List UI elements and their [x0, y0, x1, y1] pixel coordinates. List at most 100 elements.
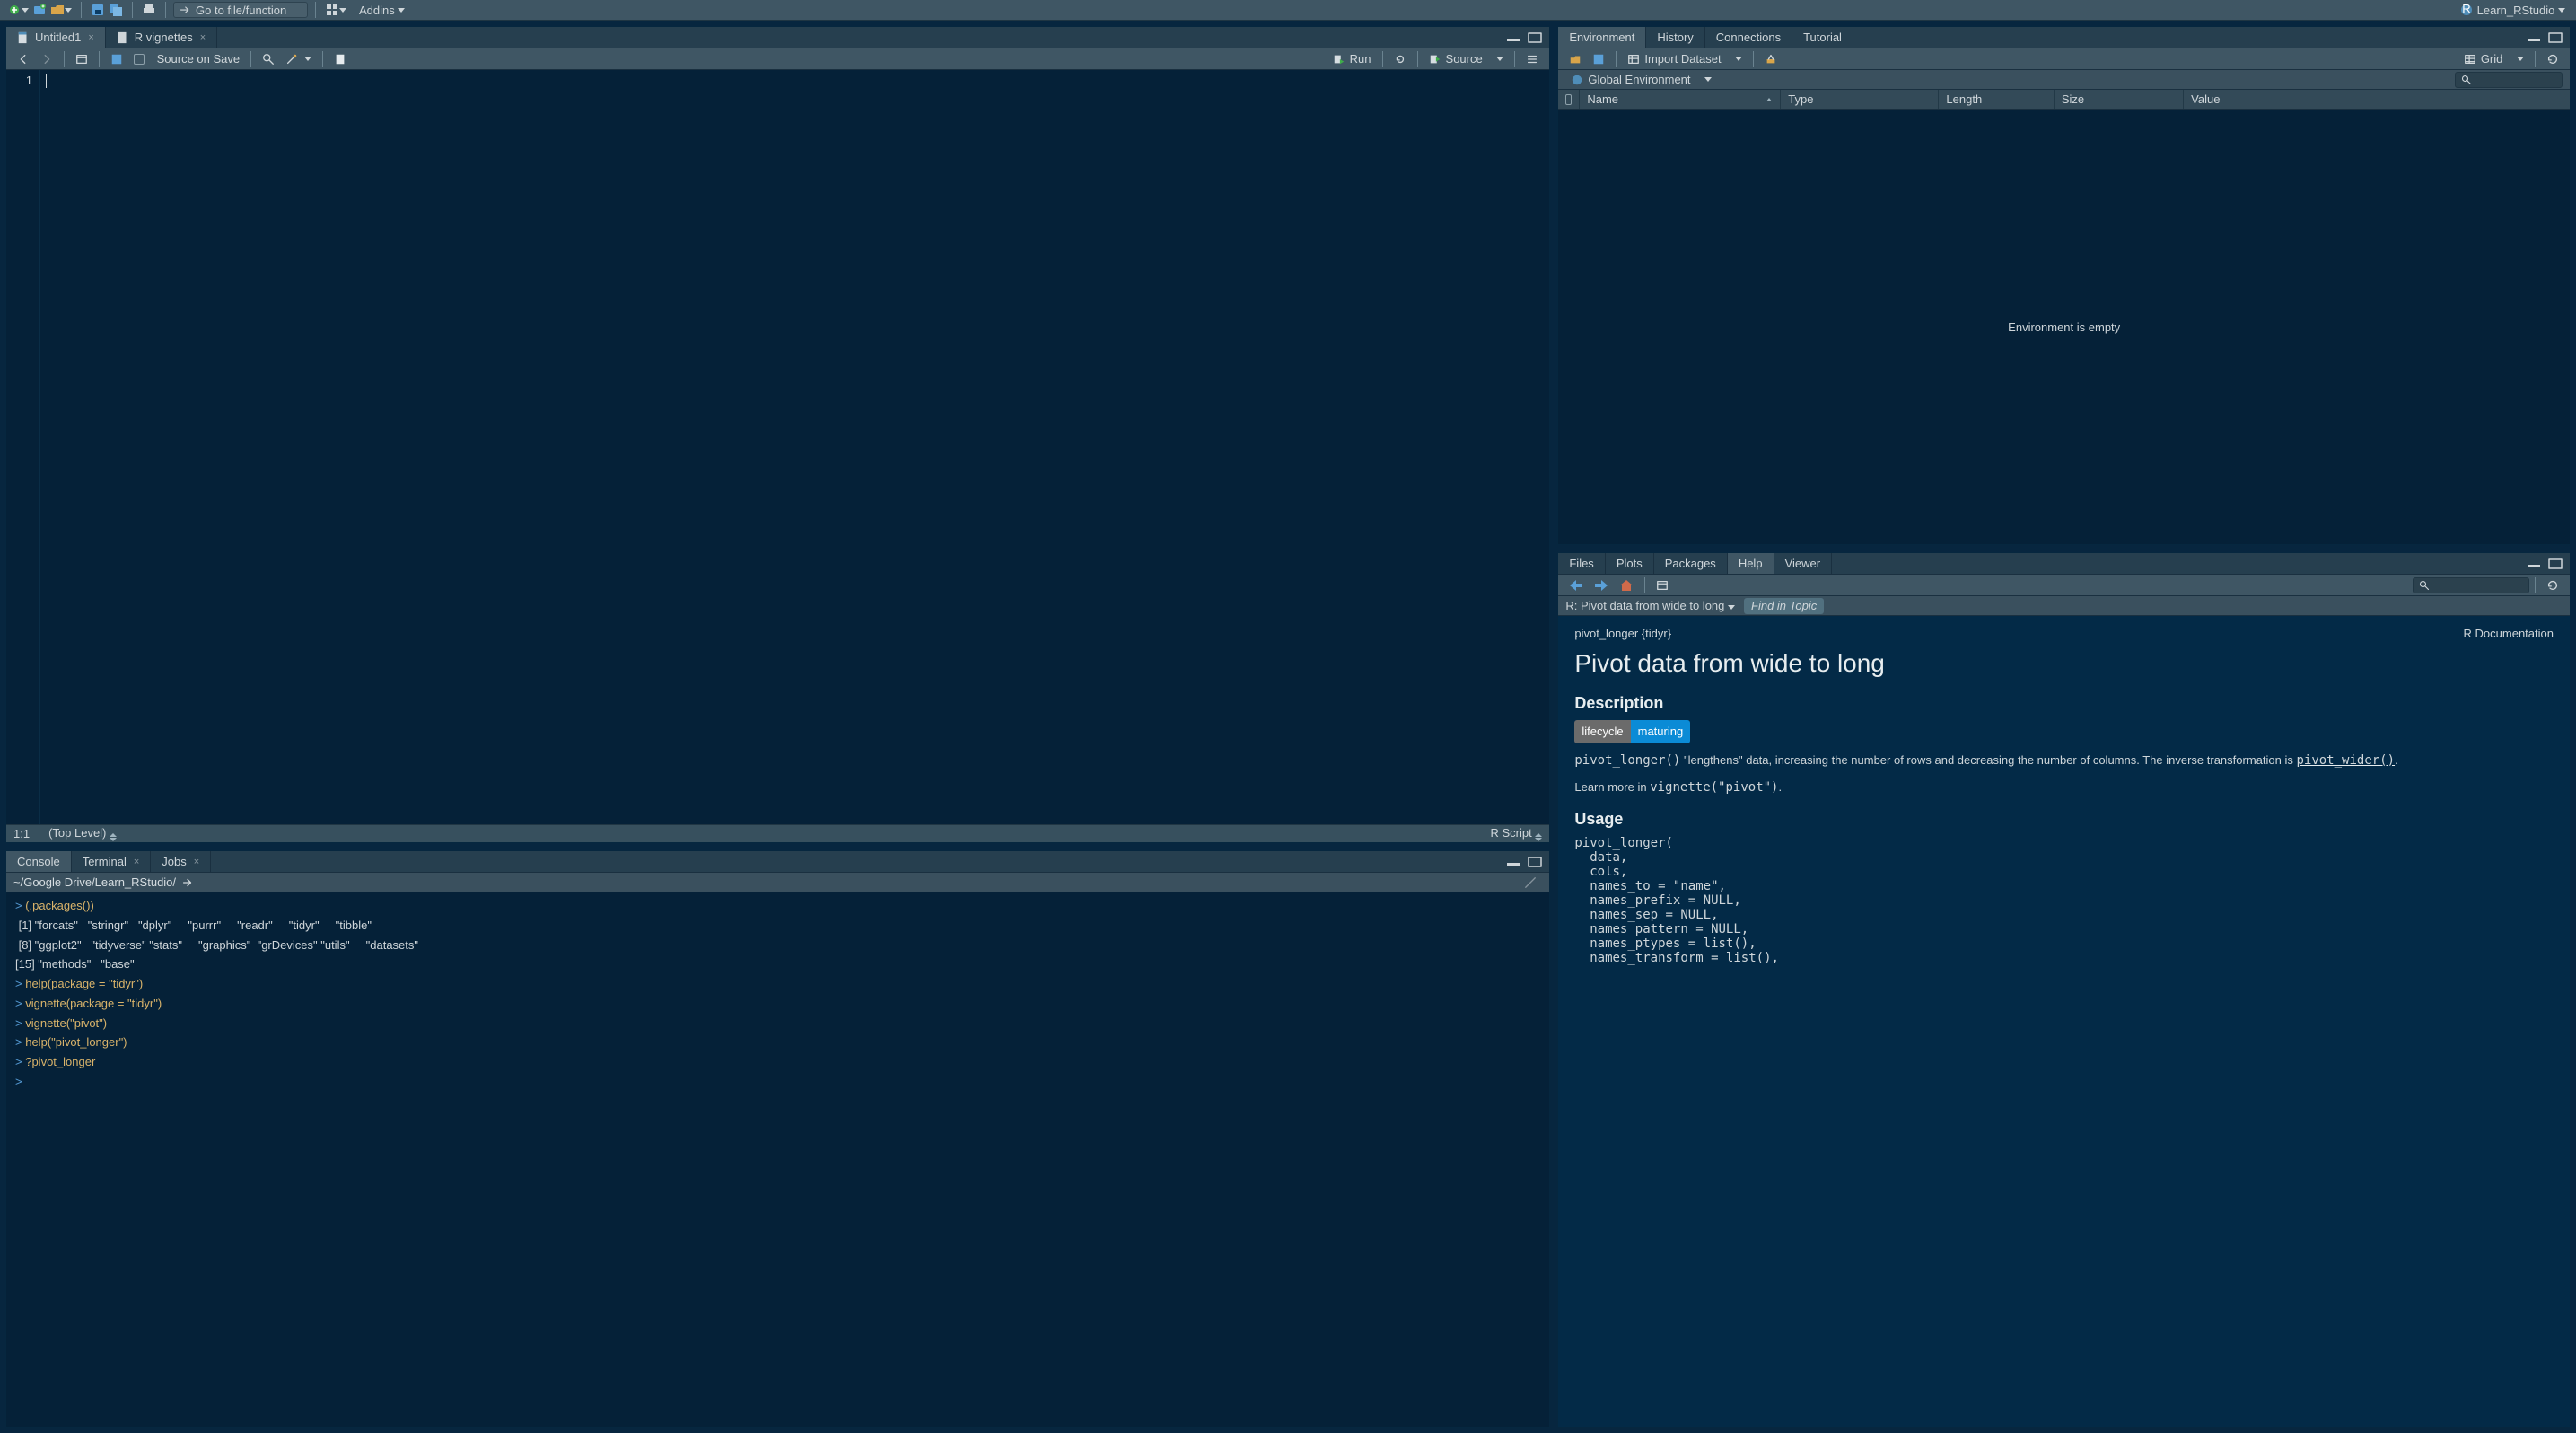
tab-history[interactable]: History: [1646, 27, 1704, 48]
find-in-topic-input[interactable]: Find in Topic: [1744, 598, 1824, 614]
help-home-icon[interactable]: [1614, 576, 1639, 594]
close-icon[interactable]: ×: [200, 32, 206, 43]
new-project-icon[interactable]: [31, 2, 48, 18]
refresh-icon[interactable]: [2541, 576, 2564, 594]
tab-packages[interactable]: Packages: [1654, 553, 1728, 574]
close-icon[interactable]: ×: [134, 857, 139, 867]
language-indicator[interactable]: R Script: [1491, 826, 1543, 841]
maximize-pane-icon[interactable]: [1528, 32, 1542, 43]
minimize-pane-icon[interactable]: [2527, 559, 2541, 568]
col-name[interactable]: Name: [1580, 90, 1781, 109]
save-workspace-icon[interactable]: [1587, 50, 1610, 68]
env-search-input[interactable]: [2455, 72, 2563, 88]
source-tab-untitled1[interactable]: Untitled1×: [6, 27, 106, 48]
console-output[interactable]: > (.packages()) [1] "forcats" "stringr" …: [6, 892, 1549, 1427]
source-statusbar: 1:1 (Top Level) R Script: [6, 824, 1549, 842]
maximize-pane-icon[interactable]: [1528, 857, 1542, 867]
tab-tutorial[interactable]: Tutorial: [1792, 27, 1853, 48]
tab-viewer[interactable]: Viewer: [1774, 553, 1833, 574]
show-in-new-window-icon[interactable]: [70, 50, 93, 68]
find-icon[interactable]: [257, 50, 280, 68]
help-learn-more: Learn more in vignette("pivot").: [1574, 778, 2554, 797]
tab-environment[interactable]: Environment: [1558, 27, 1646, 48]
close-icon[interactable]: ×: [88, 32, 93, 43]
rerun-icon[interactable]: [1389, 50, 1412, 68]
refresh-icon[interactable]: [2541, 50, 2564, 68]
tab-terminal[interactable]: Terminal×: [72, 851, 152, 872]
project-menu[interactable]: R Learn_RStudio: [2454, 3, 2571, 17]
maximize-pane-icon[interactable]: [2548, 558, 2563, 569]
compile-report-icon[interactable]: [329, 50, 352, 68]
env-toolbar: Import Dataset Grid: [1558, 48, 2570, 70]
tab-jobs[interactable]: Jobs×: [151, 851, 211, 872]
source-on-save-toggle[interactable]: Source on Save: [128, 50, 245, 68]
env-scopebar: Global Environment: [1558, 70, 2570, 90]
editor-gutter: 1: [6, 70, 40, 824]
minimize-pane-icon[interactable]: [1506, 33, 1520, 42]
nav-forward-icon[interactable]: [35, 50, 58, 68]
tab-files[interactable]: Files: [1558, 553, 1605, 574]
tab-console[interactable]: Console: [6, 851, 72, 872]
help-description: pivot_longer() "lengthens" data, increas…: [1574, 751, 2554, 770]
source-toolbar: Source on Save Run Source: [6, 48, 1549, 70]
env-scope[interactable]: Global Environment: [1565, 71, 1717, 89]
open-file-icon[interactable]: [48, 2, 74, 18]
source-tabstrip: Untitled1× R vignettes×: [6, 27, 1549, 48]
close-icon[interactable]: ×: [194, 857, 199, 867]
help-tabstrip: Files Plots Packages Help Viewer: [1558, 553, 2570, 575]
select-all-checkbox[interactable]: [1565, 94, 1572, 105]
env-tabstrip: Environment History Connections Tutorial: [1558, 27, 2570, 48]
save-all-icon[interactable]: [107, 2, 125, 18]
clear-workspace-icon[interactable]: [1759, 50, 1783, 68]
env-view-mode[interactable]: Grid: [2458, 50, 2529, 68]
col-value[interactable]: Value: [2184, 90, 2570, 109]
help-forward-icon[interactable]: [1589, 576, 1614, 594]
console-pane: Console Terminal× Jobs× ~/Google Drive/L…: [5, 850, 1550, 1428]
pivot-wider-link[interactable]: pivot_wider(): [2296, 753, 2395, 767]
source-tab-r-vignettes[interactable]: R vignettes×: [106, 27, 217, 48]
col-type[interactable]: Type: [1781, 90, 1939, 109]
tab-plots[interactable]: Plots: [1606, 553, 1654, 574]
outline-icon[interactable]: [1520, 50, 1544, 68]
save-icon[interactable]: [89, 2, 107, 18]
minimize-pane-icon[interactable]: [1506, 857, 1520, 866]
help-breadcrumb[interactable]: R: Pivot data from wide to long: [1565, 599, 1735, 612]
source-pane: Untitled1× R vignettes× Source on Save: [5, 26, 1550, 843]
nav-back-icon[interactable]: [12, 50, 35, 68]
panes-icon[interactable]: [323, 2, 348, 18]
help-content[interactable]: pivot_longer {tidyr} R Documentation Piv…: [1558, 616, 2570, 1427]
minimize-pane-icon[interactable]: [2527, 33, 2541, 42]
print-icon[interactable]: [140, 2, 158, 18]
help-pane: Files Plots Packages Help Viewer R: Pivo…: [1557, 552, 2571, 1428]
help-back-icon[interactable]: [1564, 576, 1589, 594]
help-h-description: Description: [1574, 694, 2554, 713]
clear-console-icon[interactable]: [1519, 874, 1542, 892]
lifecycle-badge: lifecyclematuring: [1574, 720, 1690, 743]
cursor-position: 1:1: [13, 827, 30, 840]
source-button[interactable]: Source: [1424, 50, 1510, 68]
save-icon[interactable]: [105, 50, 128, 68]
environment-pane: Environment History Connections Tutorial…: [1557, 26, 2571, 545]
console-tabstrip: Console Terminal× Jobs×: [6, 851, 1549, 873]
col-size[interactable]: Size: [2055, 90, 2184, 109]
editor-area[interactable]: 1: [6, 70, 1549, 824]
code-tools-icon[interactable]: [280, 50, 317, 68]
open-wd-icon[interactable]: [176, 874, 199, 892]
working-directory: ~/Google Drive/Learn_RStudio/: [13, 875, 176, 889]
help-toolbar: [1558, 575, 2570, 596]
run-button[interactable]: Run: [1327, 50, 1377, 68]
tab-connections[interactable]: Connections: [1705, 27, 1792, 48]
tab-help[interactable]: Help: [1728, 553, 1774, 574]
new-file-icon[interactable]: [5, 2, 31, 18]
load-workspace-icon[interactable]: [1564, 50, 1587, 68]
addins-menu[interactable]: Addins: [357, 2, 407, 18]
import-dataset-button[interactable]: Import Dataset: [1622, 50, 1748, 68]
scope-indicator[interactable]: (Top Level): [48, 826, 117, 841]
env-grid-header: Name Type Length Size Value: [1558, 90, 2570, 110]
col-length[interactable]: Length: [1939, 90, 2054, 109]
help-search-input[interactable]: [2413, 577, 2529, 593]
console-infobar: ~/Google Drive/Learn_RStudio/: [6, 873, 1549, 892]
goto-file-function-input[interactable]: Go to file/function: [173, 2, 308, 18]
help-popout-icon[interactable]: [1651, 576, 1674, 594]
maximize-pane-icon[interactable]: [2548, 32, 2563, 43]
